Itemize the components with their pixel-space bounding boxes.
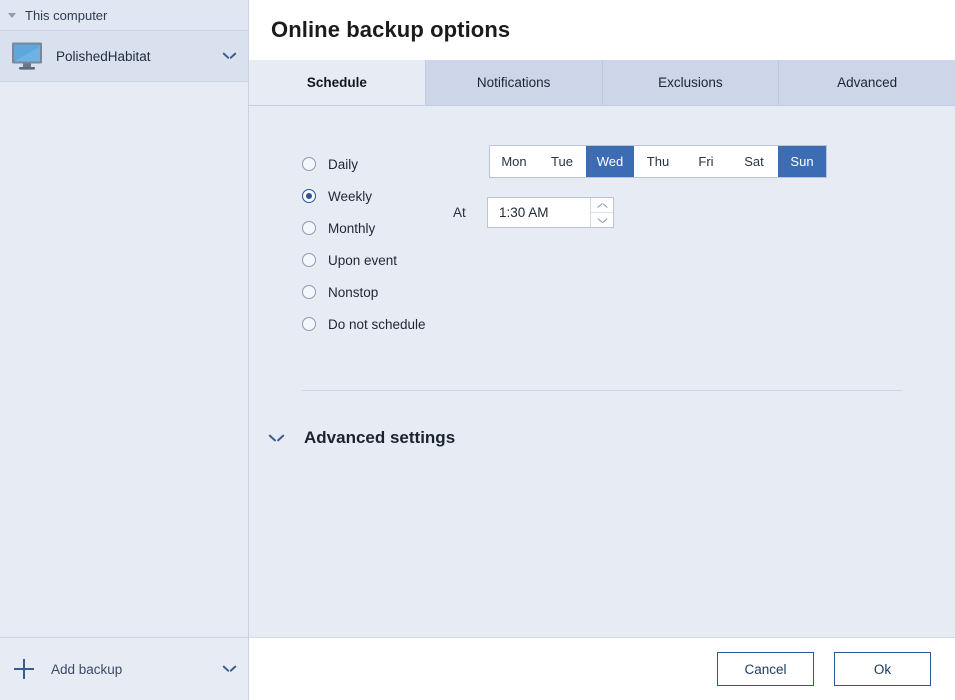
day-sat[interactable]: Sat (730, 146, 778, 177)
radio-daily-label: Daily (328, 156, 359, 172)
tab-schedule[interactable]: Schedule (249, 60, 426, 105)
triangle-down-icon (8, 12, 16, 18)
schedule-details: Mon Tue Wed Thu Fri Sat Sun At 1:30 AM (453, 145, 903, 228)
tab-schedule-label: Schedule (306, 75, 367, 90)
sidebar-item-computer[interactable]: PolishedHabitat (0, 30, 248, 82)
radio-option-daily[interactable]: Daily (302, 148, 487, 180)
radio-do-not-schedule-label: Do not schedule (328, 316, 426, 332)
schedule-frequency-group: Daily Weekly Monthly Upon event Nonstop … (302, 145, 487, 340)
radio-weekly-label: Weekly (328, 188, 373, 204)
monitor-icon (10, 41, 44, 71)
time-stepper (590, 198, 613, 227)
panel-header: Online backup options (249, 0, 955, 60)
day-sun[interactable]: Sun (778, 146, 826, 177)
radio-option-do-not-schedule[interactable]: Do not schedule (302, 308, 487, 340)
sidebar-section-header[interactable]: This computer (0, 0, 248, 30)
add-backup-button[interactable]: Add backup (0, 637, 248, 700)
dialog-footer: Cancel Ok (249, 637, 955, 700)
at-label: At (453, 205, 466, 220)
time-row: At 1:30 AM (453, 197, 903, 228)
day-mon-label: Mon (501, 154, 527, 169)
tab-bar: Schedule Notifications Exclusions Advanc… (249, 60, 955, 106)
radio-monthly-indicator (302, 221, 316, 235)
cancel-button[interactable]: Cancel (717, 652, 814, 686)
chevron-down-icon (598, 218, 607, 223)
ok-button[interactable]: Ok (834, 652, 931, 686)
radio-option-upon-event[interactable]: Upon event (302, 244, 487, 276)
chevron-down-icon (269, 434, 284, 443)
day-selector: Mon Tue Wed Thu Fri Sat Sun (489, 145, 827, 178)
radio-option-nonstop[interactable]: Nonstop (302, 276, 487, 308)
day-sun-label: Sun (790, 154, 814, 169)
radio-upon-event-label: Upon event (328, 252, 398, 268)
day-sat-label: Sat (744, 154, 764, 169)
radio-upon-event-indicator (302, 253, 316, 267)
day-wed[interactable]: Wed (586, 146, 634, 177)
schedule-tab-panel: Daily Weekly Monthly Upon event Nonstop … (249, 107, 955, 637)
radio-weekly-indicator (302, 189, 316, 203)
day-fri[interactable]: Fri (682, 146, 730, 177)
day-thu[interactable]: Thu (634, 146, 682, 177)
advanced-settings-label: Advanced settings (304, 428, 456, 447)
time-input[interactable]: 1:30 AM (487, 197, 614, 228)
radio-daily-indicator (302, 157, 316, 171)
day-mon[interactable]: Mon (490, 146, 538, 177)
tab-advanced[interactable]: Advanced (779, 60, 955, 105)
chevron-up-icon (598, 203, 607, 208)
tab-notifications-label: Notifications (476, 75, 551, 90)
main-panel: Online backup options Schedule Notificat… (249, 0, 955, 700)
add-backup-label: Add backup (51, 661, 123, 677)
tab-advanced-label: Advanced (837, 75, 898, 90)
plus-icon (14, 659, 34, 679)
day-tue-label: Tue (551, 154, 573, 169)
time-stepper-down[interactable] (591, 212, 613, 227)
time-stepper-up[interactable] (591, 198, 613, 212)
backup-options-window: This computer PolishedHabitat Add backup (0, 0, 955, 700)
schedule-row: Daily Weekly Monthly Upon event Nonstop … (302, 145, 903, 340)
sidebar: This computer PolishedHabitat Add backup (0, 0, 249, 700)
day-tue[interactable]: Tue (538, 146, 586, 177)
radio-nonstop-label: Nonstop (328, 284, 379, 300)
tab-notifications[interactable]: Notifications (425, 60, 603, 105)
day-thu-label: Thu (646, 154, 670, 169)
day-wed-label: Wed (596, 154, 624, 169)
day-fri-label: Fri (698, 154, 714, 169)
radio-do-not-schedule-indicator (302, 317, 316, 331)
tab-exclusions[interactable]: Exclusions (602, 60, 780, 105)
add-backup-chevron-down-icon[interactable] (223, 665, 236, 673)
radio-nonstop-indicator (302, 285, 316, 299)
advanced-settings-toggle[interactable]: Advanced settings (302, 428, 903, 448)
sidebar-item-computer-label: PolishedHabitat (56, 48, 151, 64)
tab-exclusions-label: Exclusions (658, 75, 723, 90)
section-divider (302, 390, 902, 391)
page-title: Online backup options (271, 17, 511, 42)
sidebar-section-label: This computer (25, 7, 108, 23)
time-input-value: 1:30 AM (499, 205, 549, 220)
chevron-down-icon[interactable] (223, 52, 236, 60)
radio-monthly-label: Monthly (328, 220, 376, 236)
